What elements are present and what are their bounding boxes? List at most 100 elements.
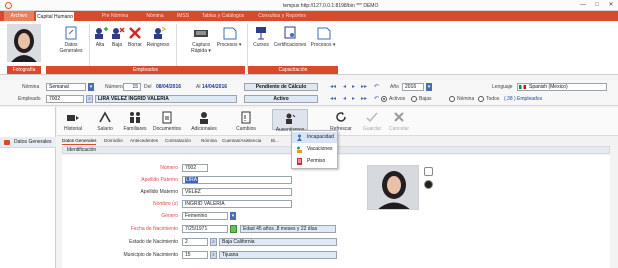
estado-nacimiento-input[interactable]: 2	[182, 238, 208, 246]
radio-activos[interactable]	[381, 96, 387, 102]
apellido-paterno-value: LIRA	[185, 177, 199, 183]
history-icon	[67, 115, 79, 121]
lenguaje-select[interactable]: Spanish (Mexico)	[517, 83, 607, 91]
captura-rapida-label: Captura Rápida ▾	[191, 42, 211, 54]
last-employee-icon[interactable]: ▸▸	[361, 95, 367, 103]
familiares-button[interactable]: Familiares	[122, 111, 148, 132]
historial-button[interactable]: Historial	[62, 111, 84, 132]
guardar-button[interactable]: Guardar	[361, 111, 383, 132]
employee-count: (.38 ) Empleados	[504, 96, 543, 102]
tab-tablas-catalogos[interactable]: Tablas y Catálogos	[196, 11, 250, 21]
radio-activos-label: Activos	[389, 96, 406, 102]
reingreso-label: Reingreso	[146, 42, 170, 48]
refrescar-button[interactable]: Refrescar	[328, 111, 354, 132]
first-employee-icon[interactable]: ◂◂	[330, 95, 336, 103]
changes-icon	[241, 111, 251, 124]
camera-icon[interactable]	[424, 167, 433, 176]
certificaciones-label: Certificaciones	[273, 42, 307, 48]
calendar-icon[interactable]	[230, 225, 237, 233]
radio-nomina[interactable]	[449, 96, 455, 102]
additional-icon	[200, 112, 208, 124]
search-icon[interactable]: ⌕	[210, 238, 217, 246]
subtab-more[interactable]: Bi...	[271, 137, 279, 144]
alta-label: Alta	[95, 42, 105, 48]
first-page-icon[interactable]: ◂◂	[330, 83, 336, 91]
family-icon	[130, 112, 140, 123]
radio-bajas[interactable]	[411, 96, 417, 102]
anio-label: Año	[390, 84, 399, 90]
subtab-nomina[interactable]: Nómina	[201, 137, 217, 144]
procesos-button[interactable]: Procesos ▾	[216, 26, 242, 48]
datos-generales-icon	[65, 26, 77, 40]
numero-input[interactable]: 7002	[182, 164, 208, 172]
empleado-number-field[interactable]: 7002	[46, 95, 84, 103]
del-date: 08/04/2016	[156, 84, 182, 90]
subtab-domicilio[interactable]: Domicilio	[104, 137, 123, 144]
tab-capital-humano[interactable]: Capital Humano	[35, 11, 75, 21]
photo-options-icon[interactable]	[424, 180, 433, 189]
nomina-select[interactable]: Semanal	[46, 83, 86, 91]
close-button[interactable]: ✕	[606, 1, 616, 9]
prev-page-icon[interactable]: ◂	[343, 83, 346, 91]
genero-select[interactable]: Femenino	[182, 212, 228, 220]
next-page-icon[interactable]: ▸	[352, 83, 355, 91]
cancelar-button[interactable]: Cancelar	[387, 111, 411, 132]
undo-icon[interactable]: ↶	[374, 95, 379, 103]
chevron-down-icon[interactable]: ▾	[88, 83, 94, 91]
nombre-input[interactable]: INGRID VALERIA	[182, 200, 292, 208]
last-page-icon[interactable]: ▸▸	[361, 83, 367, 91]
certificaciones-button[interactable]: Certificaciones	[273, 26, 307, 48]
adicionales-button[interactable]: Adicionales	[188, 111, 220, 132]
undo-icon[interactable]: ↶	[374, 83, 379, 91]
subtab-cuentas-asistencia[interactable]: Cuentas/Asistencia	[222, 137, 261, 144]
estado-nacimiento-label: Estado de Nacimiento	[129, 239, 178, 245]
documentos-button[interactable]: Documentos	[151, 111, 183, 132]
cancelar-label: Cancelar	[388, 126, 409, 132]
fecha-nacimiento-input[interactable]: 7/25/1971	[182, 225, 228, 233]
captura-rapida-button[interactable]: Captura Rápida ▾	[188, 26, 214, 54]
apellido-materno-input[interactable]: VELEZ	[182, 188, 292, 196]
cambios-button[interactable]: Cambios	[235, 111, 257, 132]
delete-icon	[129, 27, 141, 39]
ribbon-employee-photo	[7, 24, 41, 62]
radio-todos[interactable]	[478, 96, 484, 102]
procesos-capacitacion-button[interactable]: Procesos ▾	[310, 26, 336, 48]
search-icon[interactable]: ⌕	[86, 95, 93, 103]
cursos-button[interactable]: Cursos	[252, 26, 270, 48]
cancel-icon	[394, 112, 404, 122]
salario-button[interactable]: Salario	[95, 111, 115, 132]
borrar-button[interactable]: Borrar	[126, 26, 144, 48]
chevron-down-icon[interactable]: ▾	[230, 212, 236, 220]
tab-pre-nomina[interactable]: Pre Nómina	[95, 11, 135, 21]
subtab-antecedentes[interactable]: Antecedentes	[130, 137, 158, 144]
numero-field[interactable]: 15	[123, 83, 141, 91]
chevron-down-icon[interactable]: ▾	[426, 83, 432, 91]
prev-employee-icon[interactable]: ◂	[343, 95, 346, 103]
subtab-contratacion[interactable]: Contratación	[165, 137, 191, 144]
datos-generales-button[interactable]: Datos Generales	[58, 26, 84, 54]
mexico-flag-icon	[519, 85, 526, 89]
document-icon	[4, 140, 10, 145]
tab-consultas-reportes[interactable]: Consultas y Reportes	[254, 11, 310, 21]
reingreso-button[interactable]: Reingreso	[146, 26, 170, 48]
datos-generales-label: Datos Generales	[59, 42, 83, 54]
tab-nomina[interactable]: Nómina	[140, 11, 170, 21]
group-label-fotografia: Fotografía	[7, 66, 41, 74]
next-employee-icon[interactable]: ▸	[352, 95, 355, 103]
municipio-nacimiento-input[interactable]: 15	[182, 251, 208, 259]
minimize-button[interactable]: —	[578, 1, 588, 9]
ausentismos-button[interactable]: Ausentismos	[272, 109, 308, 133]
alta-button[interactable]: Alta	[92, 26, 108, 48]
save-check-icon	[366, 112, 378, 123]
subtab-datos-generales[interactable]: Datos Generales	[62, 137, 97, 145]
apellido-paterno-input[interactable]: LIRA	[182, 176, 292, 184]
anio-field[interactable]: 2016	[402, 83, 424, 91]
group-label-capacitacion: Capacitación	[248, 66, 338, 74]
baja-button[interactable]: Baja	[109, 26, 125, 48]
maximize-button[interactable]: □	[592, 1, 602, 9]
tab-archivo[interactable]: Archivo	[4, 11, 34, 21]
medical-icon	[296, 134, 303, 141]
apellido-materno-label: Apellido Materno	[140, 189, 178, 195]
search-icon[interactable]: ⌕	[210, 251, 217, 259]
tab-imss[interactable]: IMSS	[172, 11, 194, 21]
